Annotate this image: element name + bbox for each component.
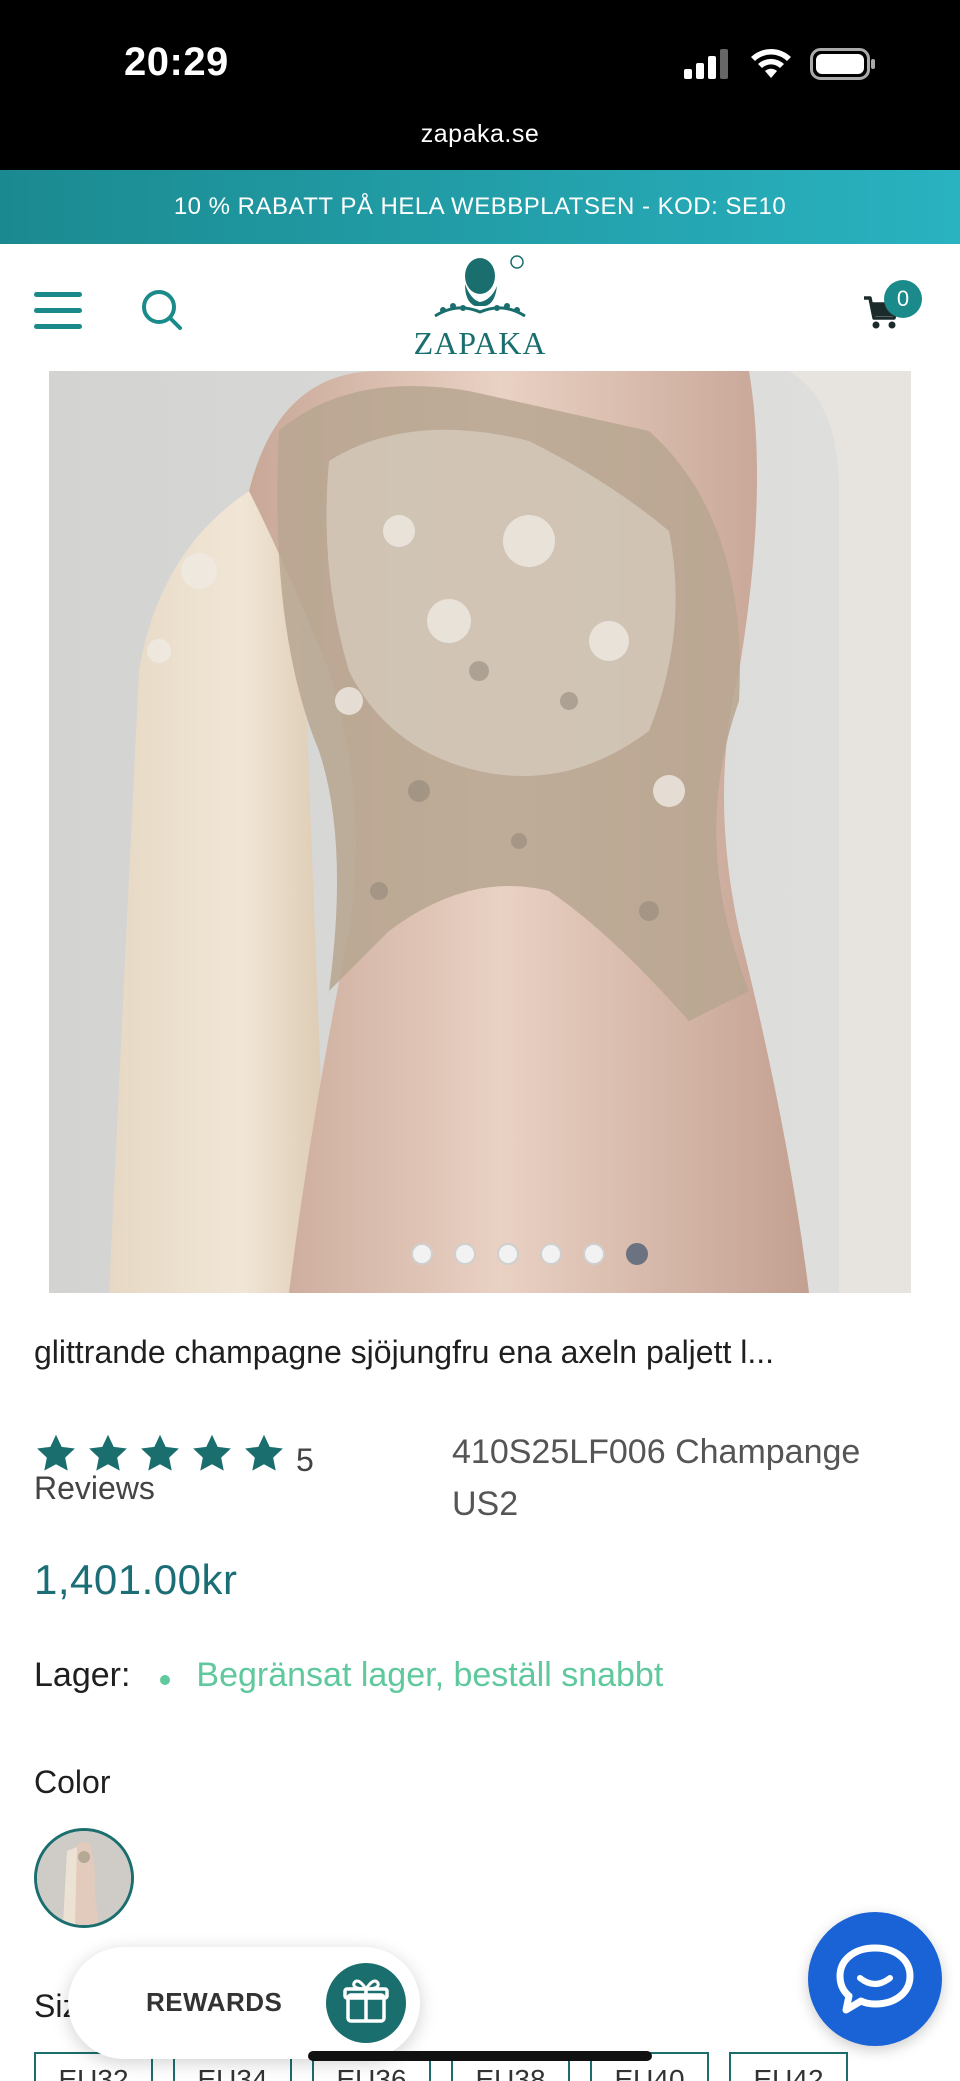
star-icon: [141, 1434, 179, 1471]
star-icon: [193, 1434, 231, 1471]
color-swatch[interactable]: [34, 1828, 134, 1928]
rating-count: 5: [296, 1442, 314, 1478]
reviews-link[interactable]: Reviews: [34, 1470, 155, 1507]
rewards-label: REWARDS: [146, 1987, 283, 2017]
promo-banner[interactable]: 10 % RABATT PÅ HELA WEBBPLATSEN - KOD: S…: [0, 170, 960, 244]
size-option[interactable]: EU42: [729, 2052, 848, 2081]
rewards-button[interactable]: REWARDS: [68, 1947, 420, 2059]
star-icon: [89, 1434, 127, 1471]
swatch-thumbnail: [37, 1831, 131, 1925]
gift-icon: [326, 1963, 406, 2043]
status-icons: [682, 48, 876, 80]
battery-icon: [810, 48, 875, 80]
gallery-dot[interactable]: [411, 1243, 433, 1265]
hamburger-menu-icon[interactable]: [34, 292, 82, 330]
star-icon: [37, 1434, 75, 1471]
url-bar[interactable]: zapaka.se: [0, 120, 960, 149]
gallery-dot[interactable]: [497, 1243, 519, 1265]
signal-icon: [684, 49, 728, 79]
sku-line: 410S25LF006 Champange: [452, 1433, 861, 1471]
stock-value: Begränsat lager, beställ snabbt: [196, 1656, 664, 1694]
color-label: Color: [34, 1764, 111, 1800]
stock-label: Lager:: [34, 1656, 131, 1694]
wifi-icon: [751, 49, 791, 78]
dress-photo: [49, 371, 911, 1293]
sku-size-line: US2: [452, 1485, 519, 1523]
gallery-pagination: [411, 1243, 648, 1265]
cart-count-badge[interactable]: 0: [884, 280, 922, 318]
logo-text: ZAPAKA: [413, 325, 547, 361]
status-time: 20:29: [124, 40, 229, 84]
gallery-dot[interactable]: [454, 1243, 476, 1265]
stock-status: Lager: Begränsat lager, beställ snabbt: [34, 1656, 663, 1695]
status-bar: 20:29 zapaka.se: [0, 0, 960, 170]
home-indicator: [308, 2051, 652, 2061]
site-header: ZAPAKA 0: [0, 244, 960, 370]
chat-bubble-icon[interactable]: [808, 1912, 942, 2046]
star-icon: [245, 1434, 283, 1471]
gallery-dot[interactable]: [540, 1243, 562, 1265]
logo-emblem: [434, 255, 526, 318]
gallery-dot-active[interactable]: [626, 1243, 648, 1265]
stock-indicator-dot: [160, 1674, 171, 1685]
gallery-dot[interactable]: [583, 1243, 605, 1265]
product-price: 1,401.00kr: [34, 1556, 238, 1603]
product-image[interactable]: [49, 371, 911, 1293]
product-title: glittrande champagne sjöjungfru ena axel…: [34, 1334, 775, 1370]
search-icon[interactable]: [140, 288, 184, 332]
zapaka-logo[interactable]: ZAPAKA: [405, 254, 555, 364]
product-sku: 410S25LF006 Champange US2: [452, 1426, 912, 1530]
